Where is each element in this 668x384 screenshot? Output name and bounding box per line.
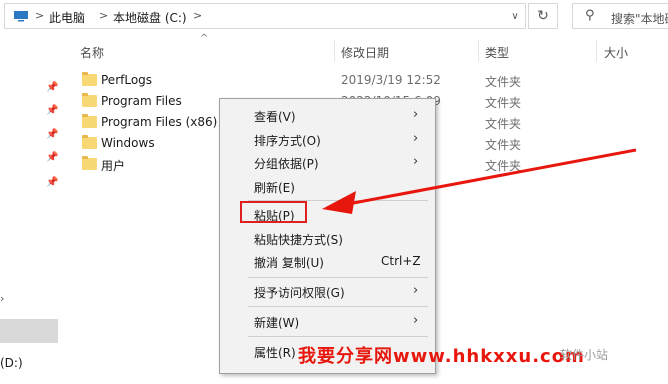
menu-item-sort-by[interactable]: 排序方式(O) › xyxy=(221,129,434,151)
folder-icon xyxy=(82,156,97,170)
navigation-pane: 📌 📌 📌 📌 📌 › (D:) xyxy=(0,34,62,384)
file-type: 文件夹 xyxy=(485,117,522,131)
menu-item-label: 新建(W) xyxy=(254,316,300,330)
breadcrumb-local-disk-c[interactable]: 本地磁盘 (C:) xyxy=(113,9,187,26)
menu-item-paste-shortcut[interactable]: 粘贴快捷方式(S) xyxy=(221,228,434,250)
menu-separator xyxy=(248,277,428,278)
menu-item-label: 排序方式(O) xyxy=(254,134,321,148)
pin-icon[interactable]: 📌 xyxy=(46,177,58,188)
menu-item-new[interactable]: 新建(W) › xyxy=(221,311,434,333)
this-pc-icon xyxy=(14,11,28,22)
watermark-text: 我要分享网www.hhkxxu.com xyxy=(298,346,585,367)
address-row: > 此电脑 > 本地磁盘 (C:) > ∨ ↻ ⚲ 搜索"本地磁盘" xyxy=(0,0,668,34)
file-row[interactable]: PerfLogs 2019/3/19 12:52 文件夹 xyxy=(76,71,636,92)
menu-item-group-by[interactable]: 分组依据(P) › xyxy=(221,152,434,174)
search-icon: ⚲ xyxy=(585,8,595,23)
context-menu: 查看(V) › 排序方式(O) › 分组依据(P) › 刷新(E) 粘贴(P) … xyxy=(219,98,436,374)
column-divider[interactable] xyxy=(334,40,335,62)
file-type: 文件夹 xyxy=(485,96,522,110)
submenu-arrow-icon: › xyxy=(413,313,419,328)
address-bar[interactable]: > 此电脑 > 本地磁盘 (C:) > ∨ xyxy=(4,3,526,29)
breadcrumb-separator: > xyxy=(193,9,203,22)
file-name: Windows xyxy=(101,136,155,150)
folder-icon xyxy=(82,135,97,149)
breadcrumb-separator: > xyxy=(99,9,109,22)
menu-item-label: 刷新(E) xyxy=(254,181,295,195)
menu-item-label: 授予访问权限(G) xyxy=(254,286,345,300)
pin-icon[interactable]: 📌 xyxy=(46,129,58,140)
submenu-arrow-icon: › xyxy=(413,154,419,169)
submenu-arrow-icon: › xyxy=(413,283,419,298)
file-type: 文件夹 xyxy=(485,75,522,89)
breadcrumb-separator: > xyxy=(35,9,45,22)
menu-item-undo-copy[interactable]: 撤消 复制(U) Ctrl+Z xyxy=(221,251,434,273)
column-header-modified[interactable]: 修改日期 xyxy=(341,44,389,61)
refresh-button[interactable]: ↻ xyxy=(528,3,558,29)
watermark-gray-text: 软件小站 xyxy=(560,348,609,362)
menu-item-shortcut: Ctrl+Z xyxy=(381,254,421,268)
file-type: 文件夹 xyxy=(485,138,522,152)
column-divider[interactable] xyxy=(596,40,597,62)
menu-item-label: 粘贴快捷方式(S) xyxy=(254,233,343,247)
menu-item-refresh[interactable]: 刷新(E) xyxy=(221,176,434,198)
menu-separator xyxy=(248,306,428,307)
column-divider[interactable] xyxy=(478,40,479,62)
paste-highlight-box xyxy=(240,201,307,223)
menu-item-label: 分组依据(P) xyxy=(254,157,319,171)
menu-item-give-access[interactable]: 授予访问权限(G) › xyxy=(221,281,434,303)
sort-ascending-icon: ^ xyxy=(200,33,209,44)
file-name: Program Files (x86) xyxy=(101,115,218,129)
file-name: PerfLogs xyxy=(101,73,153,87)
file-name: 用户 xyxy=(101,159,126,173)
column-header-name[interactable]: 名称 xyxy=(80,44,104,61)
pin-icon[interactable]: 📌 xyxy=(46,82,58,93)
folder-icon xyxy=(82,72,97,86)
menu-item-view[interactable]: 查看(V) › xyxy=(221,105,434,127)
menu-item-label: 查看(V) xyxy=(254,110,296,124)
file-date: 2019/3/19 12:52 xyxy=(341,73,441,87)
menu-separator xyxy=(248,336,428,337)
submenu-arrow-icon: › xyxy=(413,107,419,122)
column-header-type[interactable]: 类型 xyxy=(485,44,509,61)
column-header-size[interactable]: 大小 xyxy=(604,44,628,61)
pin-icon[interactable]: 📌 xyxy=(46,152,58,163)
nav-item-drive-d[interactable]: (D:) xyxy=(0,356,23,370)
search-input[interactable]: ⚲ 搜索"本地磁盘" xyxy=(572,3,668,29)
pin-icon[interactable]: 📌 xyxy=(46,105,58,116)
submenu-arrow-icon: › xyxy=(413,131,419,146)
folder-icon xyxy=(82,114,97,128)
nav-item-selected[interactable] xyxy=(0,319,58,343)
expand-chevron-icon[interactable]: › xyxy=(0,292,4,305)
breadcrumb-this-pc[interactable]: 此电脑 xyxy=(49,9,85,26)
search-placeholder: 搜索"本地磁盘" xyxy=(611,12,668,26)
file-type: 文件夹 xyxy=(485,159,522,173)
file-name: Program Files xyxy=(101,94,182,108)
menu-item-label: 撤消 复制(U) xyxy=(254,256,324,270)
folder-icon xyxy=(82,93,97,107)
menu-item-label: 属性(R) xyxy=(254,346,296,360)
address-history-dropdown[interactable]: ∨ xyxy=(503,4,527,28)
